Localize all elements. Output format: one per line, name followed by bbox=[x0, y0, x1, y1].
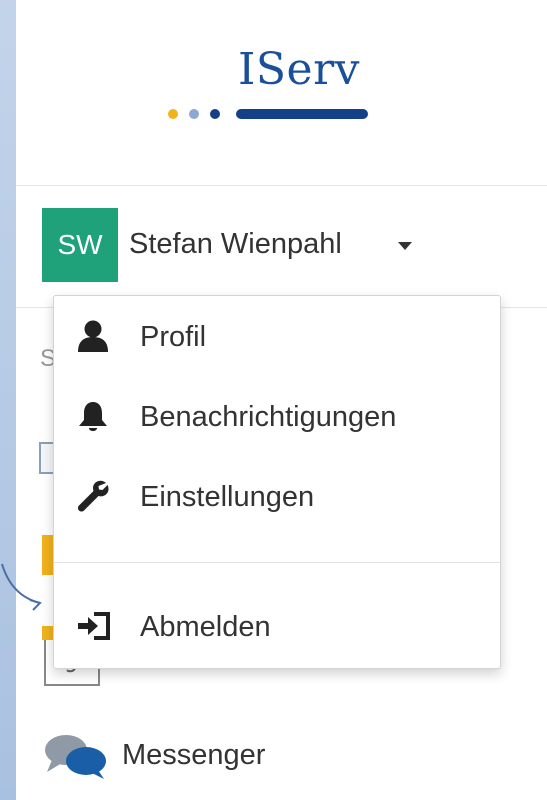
sign-out-icon bbox=[76, 609, 114, 648]
caret-down-icon bbox=[398, 242, 412, 250]
logo-underline bbox=[236, 109, 368, 119]
menu-item-benachrichtigungen[interactable]: Benachrichtigungen bbox=[54, 382, 500, 452]
bell-icon bbox=[76, 400, 110, 439]
chat-bubbles-icon bbox=[42, 732, 110, 787]
wrench-icon bbox=[76, 479, 110, 518]
menu-item-abmelden[interactable]: Abmelden bbox=[54, 594, 500, 664]
annotation-arrow-icon bbox=[0, 560, 48, 617]
menu-item-label: Einstellungen bbox=[140, 481, 315, 513]
sidebar-item-messenger[interactable]: Messenger bbox=[16, 715, 547, 795]
menu-divider bbox=[54, 562, 500, 563]
user-name[interactable]: Stefan Wienpahl bbox=[129, 228, 342, 261]
menu-item-label: Profil bbox=[140, 321, 207, 353]
user-menu-toggle[interactable]: SW Stefan Wienpahl bbox=[16, 186, 547, 306]
user-icon bbox=[76, 319, 110, 358]
sidebar-item-label: Messenger bbox=[122, 739, 266, 771]
logo-dot-darkblue bbox=[210, 109, 220, 119]
menu-item-label: Abmelden bbox=[140, 611, 271, 643]
menu-item-profil[interactable]: Profil bbox=[54, 302, 500, 372]
iserv-logo[interactable]: IServ bbox=[16, 0, 547, 186]
menu-item-label: Benachrichtigungen bbox=[140, 401, 397, 433]
avatar: SW bbox=[42, 208, 118, 282]
logo-dot-yellow bbox=[168, 109, 178, 119]
menu-item-einstellungen[interactable]: Einstellungen bbox=[54, 462, 500, 532]
user-dropdown-menu: Profil Benachrichtigungen Einstellungen … bbox=[53, 295, 501, 669]
logo-text: IServ bbox=[238, 44, 360, 95]
logo-dot-lightblue bbox=[189, 109, 199, 119]
